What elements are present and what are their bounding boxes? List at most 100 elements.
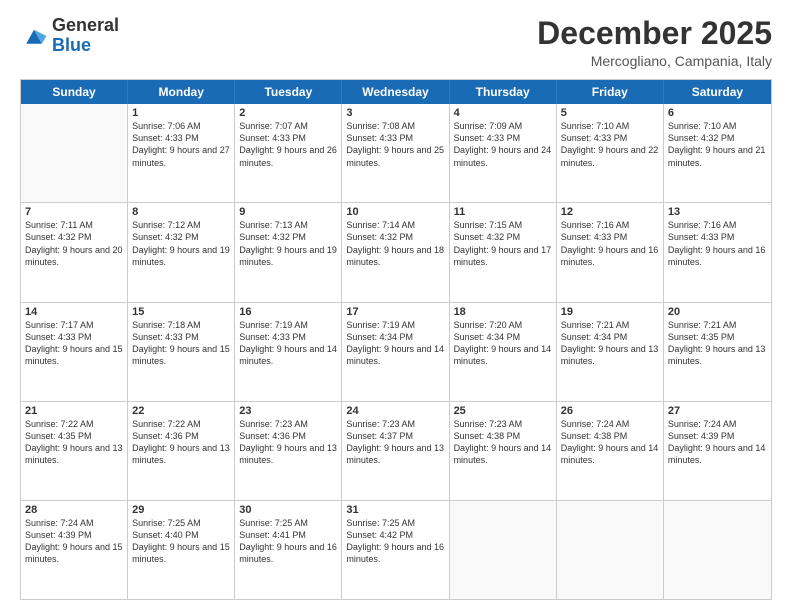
cal-cell: 22Sunrise: 7:22 AM Sunset: 4:36 PM Dayli… [128,402,235,500]
day-number: 12 [561,206,659,218]
logo-text: General Blue [52,16,119,56]
day-number: 28 [25,504,123,516]
cal-cell: 31Sunrise: 7:25 AM Sunset: 4:42 PM Dayli… [342,501,449,599]
day-number: 7 [25,206,123,218]
cal-cell: 27Sunrise: 7:24 AM Sunset: 4:39 PM Dayli… [664,402,771,500]
day-number: 26 [561,405,659,417]
cell-text: Sunrise: 7:25 AM Sunset: 4:40 PM Dayligh… [132,517,230,566]
month-title: December 2025 [537,16,772,51]
calendar: SundayMondayTuesdayWednesdayThursdayFrid… [20,79,772,600]
cell-text: Sunrise: 7:13 AM Sunset: 4:32 PM Dayligh… [239,219,337,268]
cal-cell: 28Sunrise: 7:24 AM Sunset: 4:39 PM Dayli… [21,501,128,599]
cell-text: Sunrise: 7:16 AM Sunset: 4:33 PM Dayligh… [668,219,767,268]
day-number: 22 [132,405,230,417]
cell-text: Sunrise: 7:16 AM Sunset: 4:33 PM Dayligh… [561,219,659,268]
cell-text: Sunrise: 7:20 AM Sunset: 4:34 PM Dayligh… [454,319,552,368]
day-number: 8 [132,206,230,218]
cal-cell: 3Sunrise: 7:08 AM Sunset: 4:33 PM Daylig… [342,104,449,202]
location: Mercogliano, Campania, Italy [537,53,772,69]
cal-cell: 9Sunrise: 7:13 AM Sunset: 4:32 PM Daylig… [235,203,342,301]
cal-cell: 1Sunrise: 7:06 AM Sunset: 4:33 PM Daylig… [128,104,235,202]
day-number: 10 [346,206,444,218]
cell-text: Sunrise: 7:08 AM Sunset: 4:33 PM Dayligh… [346,120,444,169]
cell-text: Sunrise: 7:22 AM Sunset: 4:35 PM Dayligh… [25,418,123,467]
day-number: 21 [25,405,123,417]
day-number: 1 [132,107,230,119]
day-number: 27 [668,405,767,417]
cal-cell: 10Sunrise: 7:14 AM Sunset: 4:32 PM Dayli… [342,203,449,301]
calendar-header: SundayMondayTuesdayWednesdayThursdayFrid… [21,80,771,104]
day-number: 17 [346,306,444,318]
cal-cell: 19Sunrise: 7:21 AM Sunset: 4:34 PM Dayli… [557,303,664,401]
cal-row-4: 21Sunrise: 7:22 AM Sunset: 4:35 PM Dayli… [21,402,771,501]
day-number: 3 [346,107,444,119]
cal-row-5: 28Sunrise: 7:24 AM Sunset: 4:39 PM Dayli… [21,501,771,599]
cell-text: Sunrise: 7:24 AM Sunset: 4:39 PM Dayligh… [25,517,123,566]
logo-blue: Blue [52,36,119,56]
day-number: 30 [239,504,337,516]
logo-general: General [52,16,119,36]
day-number: 13 [668,206,767,218]
logo: General Blue [20,16,119,56]
cell-text: Sunrise: 7:23 AM Sunset: 4:38 PM Dayligh… [454,418,552,467]
cell-text: Sunrise: 7:07 AM Sunset: 4:33 PM Dayligh… [239,120,337,169]
day-number: 5 [561,107,659,119]
cell-text: Sunrise: 7:25 AM Sunset: 4:41 PM Dayligh… [239,517,337,566]
cal-cell: 8Sunrise: 7:12 AM Sunset: 4:32 PM Daylig… [128,203,235,301]
title-block: December 2025 Mercogliano, Campania, Ita… [537,16,772,69]
day-number: 18 [454,306,552,318]
cell-text: Sunrise: 7:22 AM Sunset: 4:36 PM Dayligh… [132,418,230,467]
cal-cell: 14Sunrise: 7:17 AM Sunset: 4:33 PM Dayli… [21,303,128,401]
cal-cell: 25Sunrise: 7:23 AM Sunset: 4:38 PM Dayli… [450,402,557,500]
cal-cell [450,501,557,599]
cal-cell: 16Sunrise: 7:19 AM Sunset: 4:33 PM Dayli… [235,303,342,401]
cal-cell: 2Sunrise: 7:07 AM Sunset: 4:33 PM Daylig… [235,104,342,202]
day-number: 19 [561,306,659,318]
weekday-sunday: Sunday [21,80,128,104]
cell-text: Sunrise: 7:19 AM Sunset: 4:34 PM Dayligh… [346,319,444,368]
cell-text: Sunrise: 7:09 AM Sunset: 4:33 PM Dayligh… [454,120,552,169]
day-number: 14 [25,306,123,318]
day-number: 2 [239,107,337,119]
cal-cell: 13Sunrise: 7:16 AM Sunset: 4:33 PM Dayli… [664,203,771,301]
cal-cell [557,501,664,599]
cal-cell: 21Sunrise: 7:22 AM Sunset: 4:35 PM Dayli… [21,402,128,500]
day-number: 4 [454,107,552,119]
day-number: 24 [346,405,444,417]
cal-cell: 18Sunrise: 7:20 AM Sunset: 4:34 PM Dayli… [450,303,557,401]
cell-text: Sunrise: 7:23 AM Sunset: 4:36 PM Dayligh… [239,418,337,467]
cal-cell: 26Sunrise: 7:24 AM Sunset: 4:38 PM Dayli… [557,402,664,500]
weekday-saturday: Saturday [664,80,771,104]
cell-text: Sunrise: 7:19 AM Sunset: 4:33 PM Dayligh… [239,319,337,368]
cal-cell: 12Sunrise: 7:16 AM Sunset: 4:33 PM Dayli… [557,203,664,301]
day-number: 11 [454,206,552,218]
logo-icon [20,22,48,50]
day-number: 16 [239,306,337,318]
day-number: 20 [668,306,767,318]
cell-text: Sunrise: 7:15 AM Sunset: 4:32 PM Dayligh… [454,219,552,268]
page: General Blue December 2025 Mercogliano, … [0,0,792,612]
cal-row-1: 1Sunrise: 7:06 AM Sunset: 4:33 PM Daylig… [21,104,771,203]
cell-text: Sunrise: 7:11 AM Sunset: 4:32 PM Dayligh… [25,219,123,268]
day-number: 9 [239,206,337,218]
cell-text: Sunrise: 7:06 AM Sunset: 4:33 PM Dayligh… [132,120,230,169]
header: General Blue December 2025 Mercogliano, … [20,16,772,69]
cal-cell: 4Sunrise: 7:09 AM Sunset: 4:33 PM Daylig… [450,104,557,202]
weekday-thursday: Thursday [450,80,557,104]
cell-text: Sunrise: 7:25 AM Sunset: 4:42 PM Dayligh… [346,517,444,566]
cell-text: Sunrise: 7:21 AM Sunset: 4:34 PM Dayligh… [561,319,659,368]
day-number: 25 [454,405,552,417]
cell-text: Sunrise: 7:21 AM Sunset: 4:35 PM Dayligh… [668,319,767,368]
cell-text: Sunrise: 7:10 AM Sunset: 4:32 PM Dayligh… [668,120,767,169]
cal-cell: 24Sunrise: 7:23 AM Sunset: 4:37 PM Dayli… [342,402,449,500]
cell-text: Sunrise: 7:14 AM Sunset: 4:32 PM Dayligh… [346,219,444,268]
day-number: 31 [346,504,444,516]
cal-cell: 5Sunrise: 7:10 AM Sunset: 4:33 PM Daylig… [557,104,664,202]
weekday-monday: Monday [128,80,235,104]
cal-cell: 7Sunrise: 7:11 AM Sunset: 4:32 PM Daylig… [21,203,128,301]
cal-cell: 23Sunrise: 7:23 AM Sunset: 4:36 PM Dayli… [235,402,342,500]
day-number: 15 [132,306,230,318]
cal-cell: 6Sunrise: 7:10 AM Sunset: 4:32 PM Daylig… [664,104,771,202]
cal-cell: 30Sunrise: 7:25 AM Sunset: 4:41 PM Dayli… [235,501,342,599]
cal-row-2: 7Sunrise: 7:11 AM Sunset: 4:32 PM Daylig… [21,203,771,302]
